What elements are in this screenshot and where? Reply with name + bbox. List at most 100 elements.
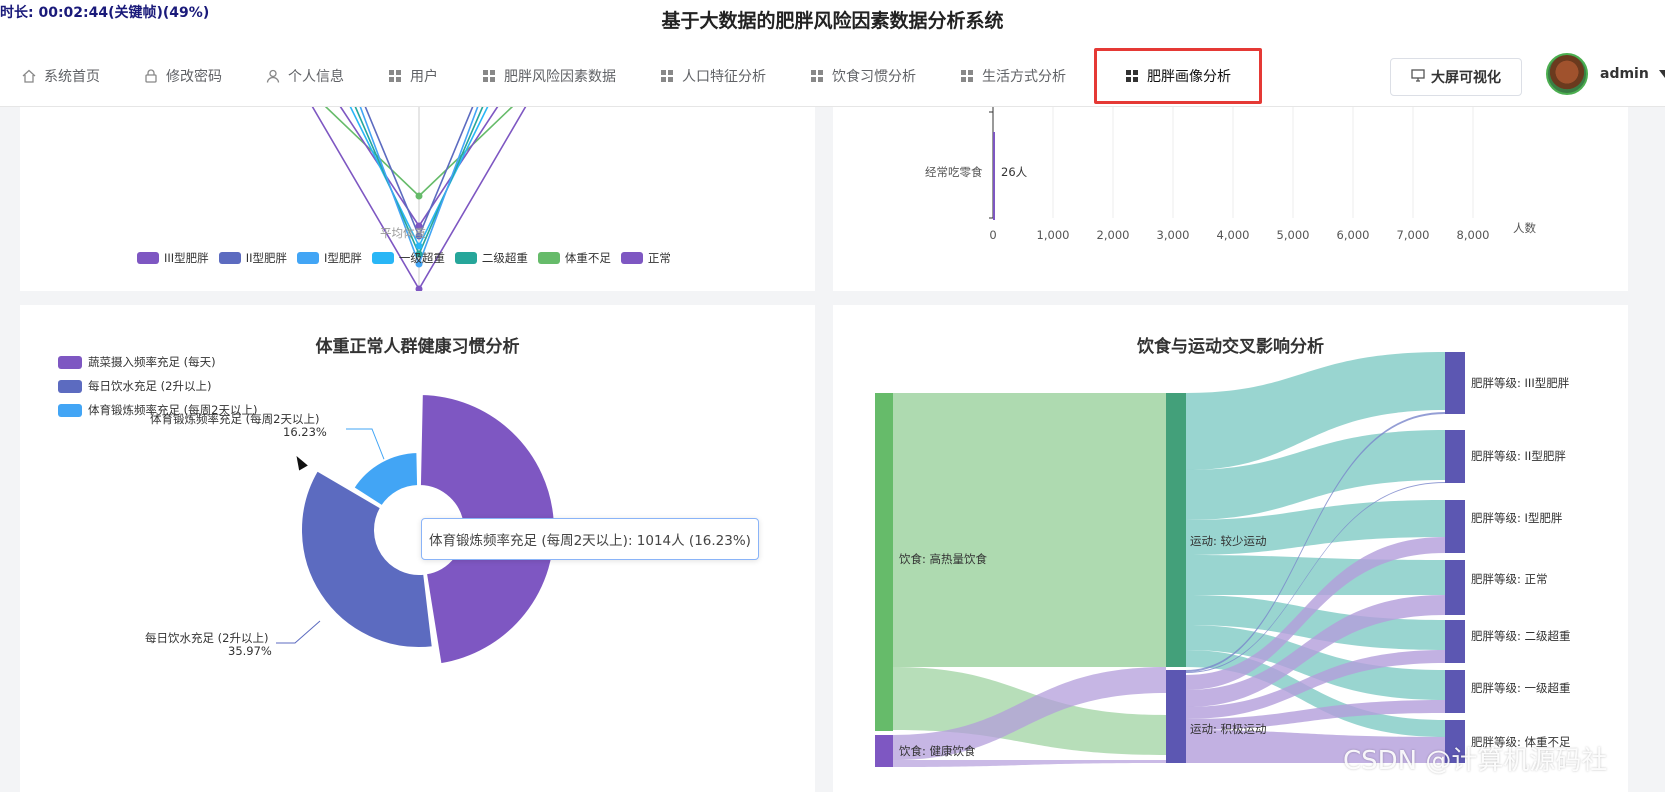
legend-swatch (137, 252, 159, 264)
grid-icon (482, 69, 496, 83)
x-tick-label: 8,000 (1457, 228, 1490, 242)
grid-icon (388, 69, 402, 83)
x-tick-label: 6,000 (1337, 228, 1370, 242)
node-label: 运动: 积极运动 (1190, 722, 1267, 736)
axis-label: 平均体重 (380, 226, 426, 240)
node-label: 肥胖等级: 正常 (1471, 572, 1548, 586)
avatar (1546, 53, 1588, 95)
nav-item-diet[interactable]: 饮食习惯分析 (788, 52, 938, 100)
legend-item[interactable]: 正常 (620, 250, 671, 266)
nav-label: 肥胖画像分析 (1147, 69, 1231, 85)
grid-icon (810, 69, 824, 83)
node-lowex[interactable] (1166, 393, 1186, 667)
series-point (415, 242, 423, 250)
flow-healthy-active (893, 760, 1166, 767)
nav-item-home[interactable]: 系统首页 (0, 52, 122, 100)
legend-label: 一级超重 (398, 251, 445, 265)
nav-label: 系统首页 (44, 69, 100, 85)
node-label: 运动: 较少运动 (1190, 534, 1267, 548)
nav-item-risk-data[interactable]: 肥胖风险因素数据 (460, 52, 638, 100)
username: admin (1600, 66, 1649, 82)
x-axis-name: 人数 (1513, 221, 1536, 235)
label-leader-line (276, 620, 321, 644)
legend-item[interactable]: 二级超重 (454, 250, 528, 266)
node-obesity2[interactable] (1445, 430, 1465, 483)
node-label: 肥胖等级: 一级超重 (1471, 681, 1571, 695)
nav-label: 肥胖风险因素数据 (504, 69, 616, 85)
main-nav: 系统首页 修改密码 个人信息 用户 肥胖风险因素数据 人口特征分析 饮食习惯分析 (0, 48, 1262, 104)
nav-label: 个人信息 (288, 69, 344, 85)
chart-sankey: 饮食: 高热量饮食 饮食: 健康饮食 运动: 较少运动 运动: 积极运动 肥胖等… (875, 352, 1571, 767)
chevron-down-icon (1658, 70, 1665, 78)
node-normal[interactable] (1445, 560, 1465, 615)
slice-pct-exercise: 16.23% (283, 425, 327, 439)
x-tick-label: 2,000 (1097, 228, 1130, 242)
user-menu[interactable]: admin (1546, 53, 1665, 95)
nav-label: 用户 (410, 69, 438, 85)
legend-label: II型肥胖 (245, 251, 287, 265)
legend-label: 二级超重 (481, 251, 528, 265)
home-icon (22, 69, 36, 83)
nav-item-users[interactable]: 用户 (366, 52, 460, 100)
legend-label: III型肥胖 (164, 251, 209, 265)
x-tick-label: 4,000 (1217, 228, 1250, 242)
legend-item[interactable]: III型肥胖 (137, 250, 209, 266)
nav-item-password[interactable]: 修改密码 (122, 52, 244, 100)
legend-item[interactable]: I型肥胖 (296, 250, 362, 266)
slice-label-water: 每日饮水充足 (2升以上) (145, 631, 268, 645)
category-label: 经常吃零食 (925, 165, 983, 179)
flow-to-normal (1186, 555, 1445, 595)
node-active[interactable] (1166, 670, 1186, 763)
x-tick-label: 7,000 (1397, 228, 1430, 242)
node-label: 饮食: 健康饮食 (899, 744, 976, 758)
node-label: 肥胖等级: 二级超重 (1471, 629, 1571, 643)
x-tick-label: 5,000 (1277, 228, 1310, 242)
x-tick-label: 0 (989, 228, 996, 242)
legend-item[interactable]: II型肥胖 (218, 250, 287, 266)
legend-item[interactable]: 体重不足 (537, 250, 611, 266)
flow-highcal-lowex (893, 393, 1166, 667)
nav-label: 人口特征分析 (682, 69, 766, 85)
legend-label: I型肥胖 (323, 251, 362, 265)
nav-label: 修改密码 (166, 69, 222, 85)
recording-timer: 时长: 00:02:44(关键帧)(49%) (0, 5, 210, 21)
legend-swatch (218, 252, 241, 264)
big-screen-label: 大屏可视化 (1431, 70, 1501, 86)
legend-swatch (454, 252, 477, 264)
legend-swatch (371, 252, 394, 264)
node-overweight2[interactable] (1445, 620, 1465, 663)
legend-swatch (296, 252, 319, 264)
lock-icon (144, 69, 158, 83)
node-label: 饮食: 高热量饮食 (899, 552, 988, 566)
grid-icon (660, 69, 674, 83)
node-healthy[interactable] (875, 735, 893, 767)
legend-item[interactable]: 一级超重 (371, 250, 445, 266)
x-tick-label: 3,000 (1157, 228, 1190, 242)
legend: III型肥胖 II型肥胖 I型肥胖 一级超重 二级超重 体重不足 正常 (137, 250, 671, 266)
node-obesity1[interactable] (1445, 500, 1465, 553)
page-title: 基于大数据的肥胖风险因素数据分析系统 (661, 10, 1004, 32)
nav-item-profile[interactable]: 个人信息 (244, 52, 366, 100)
legend-label: 正常 (647, 251, 671, 265)
legend-label: 体重不足 (564, 251, 611, 265)
chart-snack-bar: 经常吃零食 26人 人数 0 1,000 2,000 3,000 4,000 5,000 6… (925, 106, 1536, 242)
bar-snacking (993, 132, 995, 220)
x-tick-label: 1,000 (1037, 228, 1070, 242)
nav-item-obesity-profile[interactable]: 肥胖画像分析 (1094, 48, 1262, 104)
node-label: 肥胖等级: III型肥胖 (1471, 376, 1570, 390)
big-screen-button[interactable]: 大屏可视化 (1390, 58, 1522, 96)
bar-value-label: 26人 (1001, 165, 1028, 179)
nav-item-demographics[interactable]: 人口特征分析 (638, 52, 788, 100)
grid-icon (1125, 69, 1139, 83)
user-icon (266, 69, 280, 83)
legend-swatch (620, 252, 643, 264)
node-overweight1[interactable] (1445, 670, 1465, 713)
slice-pct-water: 35.97% (228, 644, 272, 658)
legend-swatch (537, 252, 560, 264)
grid-icon (960, 69, 974, 83)
node-highcal[interactable] (875, 393, 893, 731)
nav-label: 生活方式分析 (982, 69, 1066, 85)
nav-item-lifestyle[interactable]: 生活方式分析 (938, 52, 1088, 100)
watermark: CSDN @计算机源码社 (1343, 746, 1608, 776)
node-obesity3[interactable] (1445, 352, 1465, 414)
